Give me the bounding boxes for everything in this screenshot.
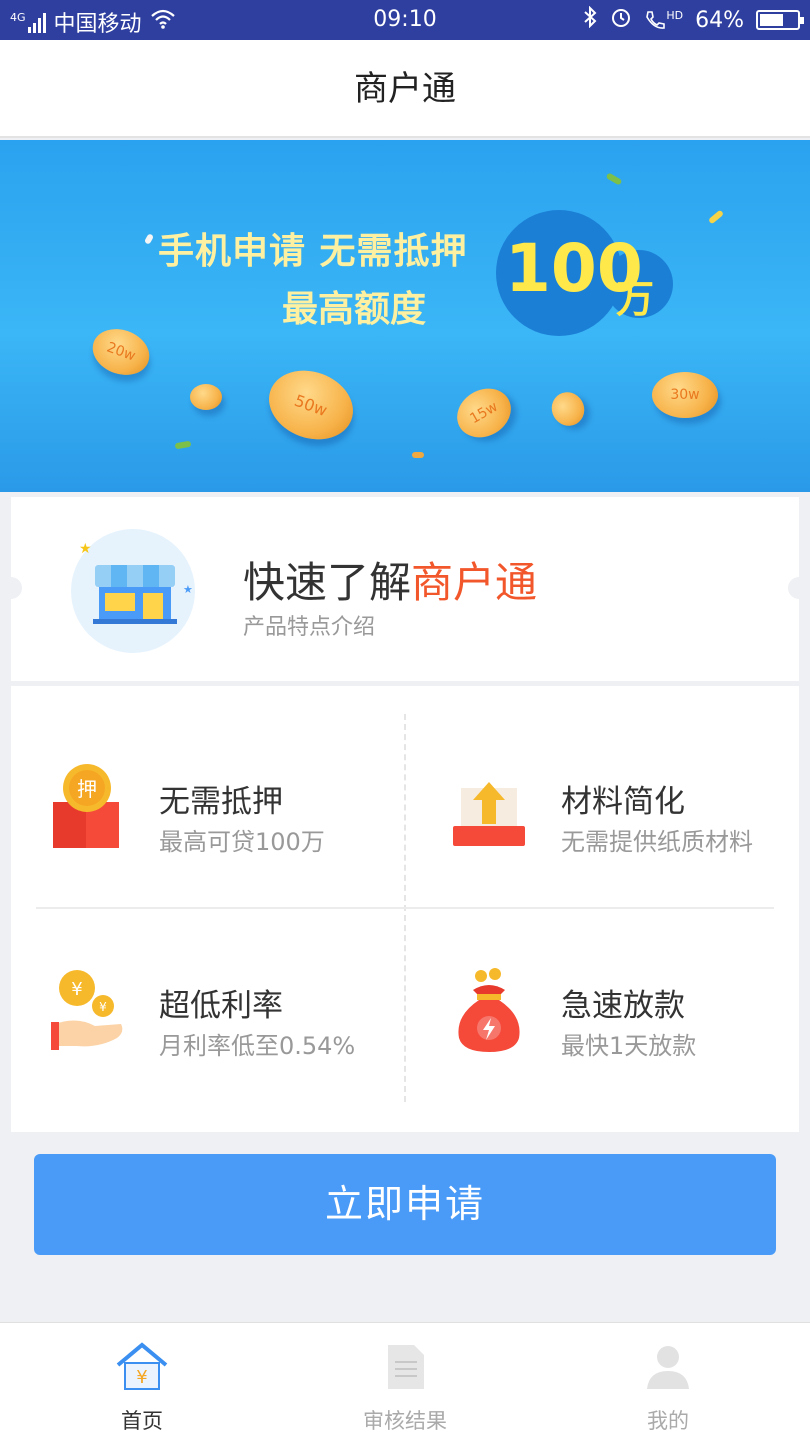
feature-no-collateral: 押 无需抵押 最高可贷100万	[11, 724, 391, 884]
bluetooth-icon	[582, 5, 598, 34]
coin-label: 30w	[670, 387, 700, 403]
coin-icon: 50w	[259, 359, 363, 451]
coin-icon	[545, 386, 591, 432]
coin-label: 15w	[467, 398, 501, 428]
intro-title-highlight: 商户通	[411, 558, 538, 607]
svg-text:¥: ¥	[71, 979, 82, 1000]
hd-call-icon: HD	[644, 9, 683, 31]
tab-label: 首页	[121, 1409, 163, 1433]
feature-simplified-materials: 材料简化 无需提供纸质材料	[413, 724, 793, 884]
collateral-badge: 押	[77, 777, 97, 801]
upload-materials-icon	[449, 762, 529, 852]
feature-desc: 月利率低至0.54%	[159, 1032, 356, 1060]
store-icon: ★ ★	[71, 529, 195, 653]
intro-subtitle: 产品特点介绍	[243, 615, 376, 640]
tab-home[interactable]: ¥ 首页	[7, 1323, 277, 1440]
apply-now-button[interactable]: 立即申请	[34, 1154, 776, 1255]
feature-desc: 最高可贷100万	[159, 828, 325, 856]
feature-title: 无需抵押	[159, 784, 283, 820]
coin-icon	[190, 384, 222, 410]
banner-headline: 手机申请 无需抵押	[158, 231, 468, 272]
feature-title: 急速放款	[561, 988, 685, 1024]
feature-fast-loan: 急速放款 最快1天放款	[413, 928, 793, 1088]
banner-unit: 万	[616, 277, 655, 321]
feature-title: 超低利率	[159, 988, 283, 1024]
intro-title-prefix: 快速了解	[243, 558, 412, 607]
header: 商户通	[0, 40, 810, 138]
status-bar: 4G 中国移动 09:10 HD 64%	[0, 0, 810, 40]
user-icon	[641, 1341, 695, 1393]
feature-title: 材料简化	[561, 784, 685, 820]
svg-text:¥: ¥	[136, 1367, 147, 1388]
tab-review-results[interactable]: 审核结果	[270, 1323, 540, 1440]
money-bag-icon	[449, 966, 529, 1056]
no-collateral-icon: 押	[47, 762, 127, 852]
feature-low-rate: ¥ ¥ 超低利率 月利率低至0.54%	[11, 928, 391, 1088]
page-title: 商户通	[354, 69, 456, 109]
hd-call-badge: HD	[666, 9, 684, 22]
promo-banner[interactable]: 手机申请 无需抵押 最高额度 100 万 20w 50w 15w 30w	[0, 140, 810, 492]
coin-icon: 30w	[652, 372, 718, 418]
alarm-icon	[610, 6, 632, 34]
tab-label: 审核结果	[363, 1409, 447, 1433]
tab-mine[interactable]: 我的	[533, 1323, 803, 1440]
features-grid: 押 无需抵押 最高可贷100万 材料简化 无需提供纸质材料 ¥ ¥ 超低利率 月…	[11, 686, 799, 1132]
banner-subheadline: 最高额度	[282, 289, 427, 330]
battery-icon	[756, 10, 804, 30]
coin-label: 50w	[292, 390, 330, 420]
intro-title: 快速了解商户通	[243, 549, 537, 610]
tab-label: 我的	[647, 1409, 689, 1433]
svg-text:★: ★	[183, 583, 193, 596]
feature-desc: 无需提供纸质材料	[561, 828, 753, 856]
coin-label: 20w	[104, 339, 138, 365]
low-rate-coins-icon: ¥ ¥	[47, 966, 127, 1056]
battery-percent: 64%	[695, 7, 744, 33]
svg-text:★: ★	[79, 541, 92, 557]
svg-text:¥: ¥	[99, 1000, 107, 1014]
bottom-tab-bar: ¥ 首页 审核结果 我的	[0, 1322, 810, 1440]
document-icon	[378, 1341, 432, 1393]
coin-icon: 20w	[86, 321, 156, 383]
coin-icon: 15w	[448, 379, 520, 447]
home-icon: ¥	[115, 1341, 169, 1393]
feature-desc: 最快1天放款	[561, 1032, 697, 1060]
product-intro-card[interactable]: ★ ★ 快速了解商户通 产品特点介绍	[0, 497, 810, 681]
